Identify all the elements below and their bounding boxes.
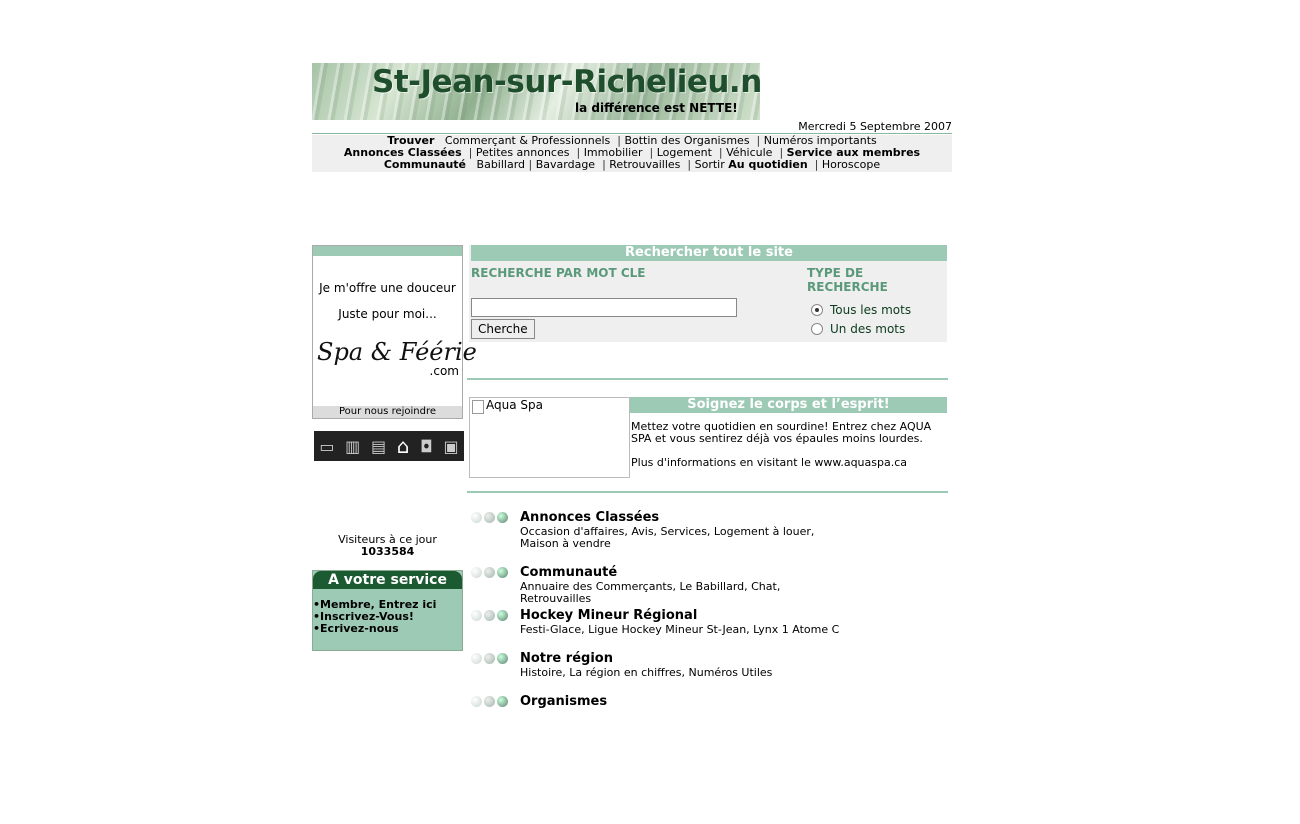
radio-any-word[interactable] xyxy=(811,323,823,335)
ad-top-bar xyxy=(313,246,462,256)
visitor-count: 1033584 xyxy=(360,545,415,558)
category-title[interactable]: Notre région xyxy=(520,651,613,666)
category-desc: Festi-Glace, Ligue Hockey Mineur St-Jean… xyxy=(520,623,840,636)
radio-all-words-label: Tous les mots xyxy=(830,303,912,317)
radio-option-any-word[interactable]: Un des mots xyxy=(811,322,905,336)
broken-image-icon xyxy=(472,400,484,414)
bullet-dots-icon xyxy=(471,653,508,664)
section-divider xyxy=(467,491,948,493)
spa-feerie-ad[interactable]: Je m'offre une douceur Juste pour moi...… xyxy=(312,245,477,419)
aqua-spa-alt: Aqua Spa xyxy=(486,398,543,412)
window-icon[interactable]: ▭ xyxy=(319,437,334,456)
category-desc: Histoire, La région en chiffres, Numéros… xyxy=(520,666,773,679)
keyword-label: RECHERCHE PAR MOT CLE xyxy=(471,266,646,280)
category-desc: Occasion d'affaires, Avis, Services, Log… xyxy=(520,525,815,550)
site-search-panel: Rechercher tout le site RECHERCHE PAR MO… xyxy=(469,245,947,342)
spa-feerie-logo: Spa & Féérie xyxy=(317,338,477,366)
service-list: •Membre, Entrez ici •Inscrivez-Vous! •Ec… xyxy=(313,589,462,635)
site-tagline: la différence est NETTE! xyxy=(575,101,738,115)
ad-dotcom: .com xyxy=(429,364,459,378)
category-title[interactable]: Communauté xyxy=(520,565,617,580)
ad-line-1: Je m'offre une douceur xyxy=(319,281,456,295)
nav-link-horoscope[interactable]: Horoscope xyxy=(822,158,880,171)
radio-all-words[interactable] xyxy=(811,304,823,316)
main-nav: Trouver Commerçant & Professionnels | Bo… xyxy=(312,135,952,172)
section-divider xyxy=(467,378,948,380)
search-input[interactable] xyxy=(471,298,737,317)
service-box: A votre service •Membre, Entrez ici •Ins… xyxy=(312,570,463,651)
category-desc: Annuaire des Commerçants, Le Babillard, … xyxy=(520,580,781,605)
current-date: Mercredi 5 Septembre 2007 xyxy=(798,120,952,133)
bullet-dots-icon xyxy=(471,610,508,621)
search-type-label: TYPE DE RECHERCHE xyxy=(807,266,888,294)
site-title: St-Jean-sur-Richelieu.net xyxy=(372,64,760,100)
ad-line-2: Juste pour moi... xyxy=(338,307,437,321)
search-header: Rechercher tout le site xyxy=(471,245,947,261)
radio-any-word-label: Un des mots xyxy=(830,322,906,336)
category-title[interactable]: Hockey Mineur Régional xyxy=(520,608,697,623)
feature-paragraph-2[interactable]: Plus d'informations en visitant le www.a… xyxy=(631,457,946,469)
building-icon[interactable]: ⌂ xyxy=(397,434,410,458)
service-title: A votre service xyxy=(313,571,462,589)
image-icon[interactable]: ▣ xyxy=(444,437,459,456)
category-title[interactable]: Annonces Classées xyxy=(520,510,659,525)
site-banner[interactable]: St-Jean-sur-Richelieu.net la différence … xyxy=(312,63,760,120)
feature-header: Soignez le corps et l’esprit! xyxy=(630,397,947,413)
bullet-dots-icon xyxy=(471,696,508,707)
ad-icon-bar: ▭ ▥ ▤ ⌂ ◘ ▣ xyxy=(314,431,464,461)
search-button[interactable]: Cherche xyxy=(471,319,535,339)
service-link-ecrire[interactable]: •Ecrivez-nous xyxy=(313,623,462,635)
radio-option-all-words[interactable]: Tous les mots xyxy=(811,303,911,317)
nav-heading-communaute[interactable]: Communauté xyxy=(384,158,466,171)
film-icon[interactable]: ▤ xyxy=(371,437,386,456)
category-item: Organismes xyxy=(469,694,949,708)
aqua-spa-image[interactable]: Aqua Spa xyxy=(469,397,630,478)
nav-heading-au-quotidien[interactable]: Au quotidien xyxy=(728,158,807,171)
nav-link-bavardage[interactable]: Bavardage xyxy=(536,158,595,171)
feature-paragraph-1: Mettez votre quotidien en sourdine! Entr… xyxy=(631,420,932,445)
ad-join-link[interactable]: Pour nous rejoindre xyxy=(313,406,462,418)
nav-link-babillard[interactable]: Babillard xyxy=(477,158,526,171)
book-icon[interactable]: ▥ xyxy=(345,437,360,456)
category-title[interactable]: Organismes xyxy=(520,694,607,708)
visitor-counter: Visiteurs à ce jour 1033584 xyxy=(312,534,463,558)
nav-row-communaute: Communauté Babillard | Bavardage | Retro… xyxy=(383,158,881,171)
bullet-dots-icon xyxy=(471,567,508,578)
nav-link-retrouvailles[interactable]: Retrouvailles xyxy=(609,158,680,171)
bullet-dots-icon xyxy=(471,512,508,523)
save-icon[interactable]: ◘ xyxy=(420,437,433,456)
feature-text: Mettez votre quotidien en sourdine! Entr… xyxy=(631,421,946,469)
nav-divider xyxy=(312,133,952,134)
nav-link-sortir[interactable]: Sortir xyxy=(695,158,725,171)
